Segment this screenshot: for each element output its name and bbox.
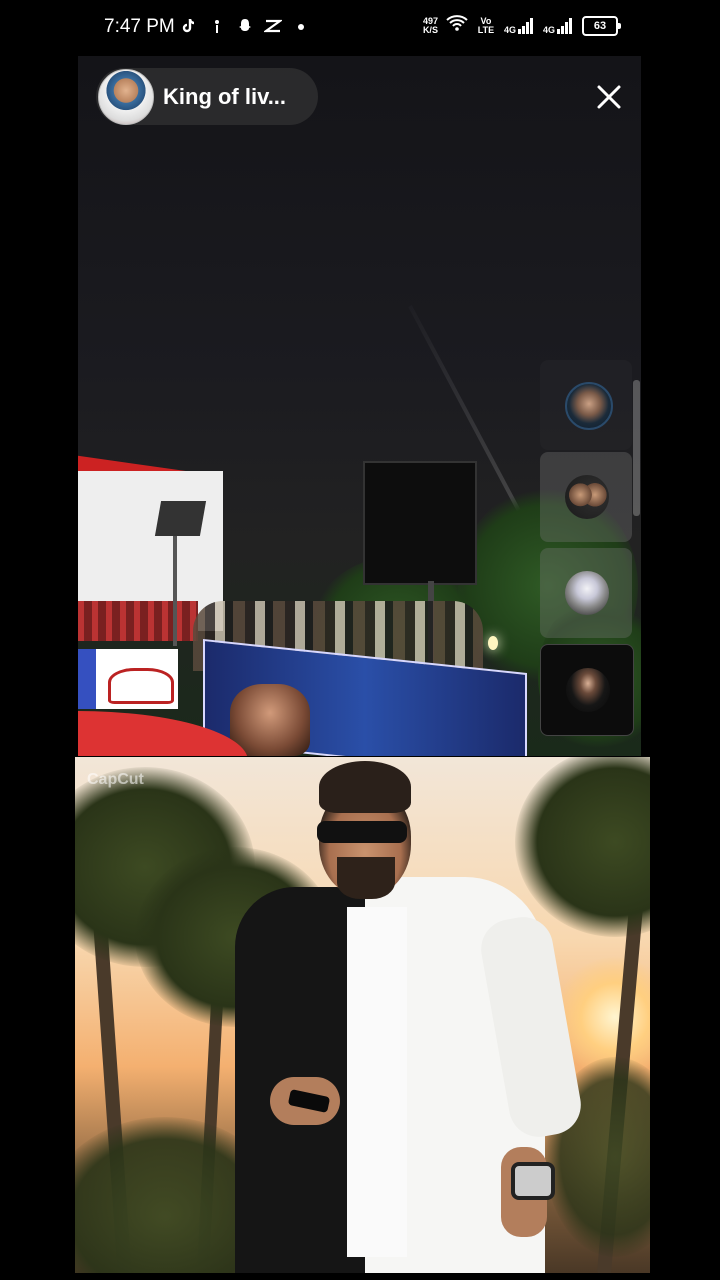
host-avatar[interactable]: [98, 68, 154, 125]
palm-leaves: [515, 757, 650, 937]
snapchat-icon: [236, 17, 254, 35]
close-icon[interactable]: [592, 80, 626, 114]
guest-card-3[interactable]: [540, 548, 632, 638]
tiktok-icon: [180, 17, 198, 35]
guest-avatar-4[interactable]: [566, 668, 610, 712]
banner-portrait: [230, 684, 310, 756]
balcony-railing: [78, 601, 198, 641]
guest-avatar-1[interactable]: [565, 382, 613, 430]
sign-board-stripe: [78, 649, 96, 709]
man-beard: [337, 857, 395, 899]
volte-label: Vo LTE: [477, 15, 495, 35]
torch-light: [488, 636, 498, 650]
guest-avatar-2[interactable]: [565, 475, 609, 519]
signal-icon-2: 4G: [543, 17, 574, 35]
status-system-icons: 497 K/S Vo LTE 4G 4G 63: [422, 14, 621, 37]
video-preview[interactable]: CapCut: [75, 757, 650, 1273]
capcut-icon: [262, 17, 284, 35]
status-bar: 7:47 PM 497 K/S Vo LTE 4G 4G 63: [0, 0, 720, 56]
notification-icon: [208, 17, 226, 35]
signal-icon-1: 4G: [504, 17, 535, 35]
guest-card-4[interactable]: [540, 644, 634, 736]
net-speed: 497 K/S: [422, 15, 438, 35]
led-screen: [363, 461, 477, 585]
floodlight-pole: [173, 536, 177, 646]
guest-list-scrollbar[interactable]: [633, 380, 640, 516]
undershirt: [347, 907, 407, 1257]
host-profile-pill[interactable]: King of liv...: [96, 68, 318, 125]
wristwatch: [511, 1162, 555, 1200]
guest-card-2[interactable]: [540, 452, 632, 542]
capcut-watermark: CapCut: [87, 771, 144, 788]
dot-icon: [292, 17, 310, 35]
sunglasses: [317, 821, 407, 843]
motorcycle-graphic: [108, 668, 174, 704]
guest-card-1[interactable]: [540, 360, 632, 450]
status-time: 7:47 PM: [104, 16, 175, 37]
floodlight: [154, 501, 207, 536]
status-notification-icons: [180, 17, 310, 35]
man-hair: [319, 761, 411, 813]
battery-icon: 63: [582, 15, 621, 36]
guest-avatar-3[interactable]: [565, 571, 609, 615]
wifi-icon: [446, 14, 468, 37]
host-name[interactable]: King of liv...: [163, 84, 286, 110]
